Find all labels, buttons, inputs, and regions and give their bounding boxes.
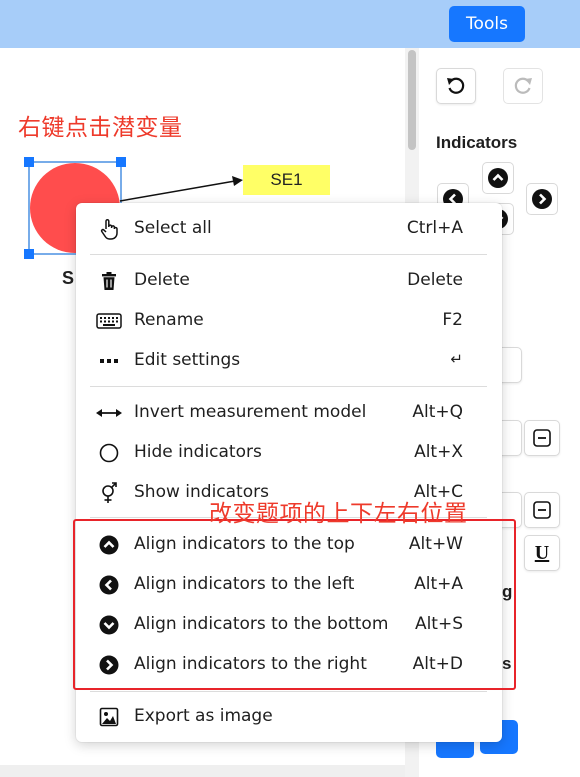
- minus-square-icon: [533, 429, 551, 447]
- align-top-button[interactable]: [482, 162, 514, 194]
- underline-button[interactable]: U: [524, 535, 560, 571]
- minus-square-icon: [533, 501, 551, 519]
- collapse-button[interactable]: [524, 420, 560, 456]
- undo-button[interactable]: [436, 68, 476, 104]
- horizontal-scrollbar[interactable]: [0, 765, 405, 777]
- menu-item-select-all[interactable]: Select all Ctrl+A: [76, 209, 502, 249]
- menu-item-export-image[interactable]: Export as image: [76, 697, 502, 737]
- menu-item-edit-settings[interactable]: Edit settings ↵: [76, 341, 502, 381]
- menu-item-label: Delete: [134, 270, 190, 290]
- menu-item-shortcut: F2: [442, 310, 463, 330]
- gender-symbol-icon: [98, 482, 120, 504]
- menu-item-invert-measurement[interactable]: Invert measurement model Alt+Q: [76, 393, 502, 433]
- underline-icon: U: [534, 541, 550, 564]
- resize-handle-tr[interactable]: [116, 157, 126, 167]
- menu-divider: [90, 691, 487, 692]
- double-arrow-icon: [96, 402, 122, 424]
- collapse-button-2[interactable]: [524, 492, 560, 528]
- menu-divider: [90, 386, 487, 387]
- circle-chevron-right-icon: [532, 189, 552, 209]
- menu-item-rename[interactable]: Rename F2: [76, 301, 502, 341]
- arrow-head: [232, 176, 243, 186]
- menu-item-label: Select all: [134, 218, 212, 238]
- menu-item-shortcut: Ctrl+A: [406, 218, 463, 238]
- menu-item-shortcut: ↵: [450, 350, 463, 368]
- menu-item-shortcut: Delete: [407, 270, 463, 290]
- menu-item-label: Invert measurement model: [134, 402, 367, 422]
- menu-divider: [90, 254, 487, 255]
- image-icon: [98, 706, 120, 728]
- resize-handle-bl[interactable]: [24, 249, 34, 259]
- menu-item-label: Hide indicators: [134, 442, 262, 462]
- menu-item-hide-indicators[interactable]: Hide indicators Alt+X: [76, 433, 502, 473]
- tools-button[interactable]: Tools: [449, 6, 525, 42]
- keyboard-icon: [96, 310, 122, 332]
- annotation-align-indicators: 改变题项的上下左右位置: [209, 501, 468, 527]
- menu-item-label: Rename: [134, 310, 204, 330]
- menu-item-shortcut: Alt+Q: [412, 402, 463, 422]
- menu-item-label: Export as image: [134, 706, 273, 726]
- redo-button[interactable]: [503, 68, 543, 104]
- undo-icon: [447, 77, 465, 94]
- trash-icon: [98, 270, 120, 292]
- hand-pointer-icon: [98, 218, 120, 240]
- indicators-title: Indicators: [436, 133, 518, 152]
- highlight-frame: [73, 519, 516, 690]
- resize-handle-tl[interactable]: [24, 157, 34, 167]
- align-right-button[interactable]: [526, 183, 558, 215]
- indicator-arrow: [119, 180, 236, 202]
- ellipsis-icon: [98, 350, 120, 372]
- menu-item-delete[interactable]: Delete Delete: [76, 261, 502, 301]
- redo-icon: [514, 77, 532, 94]
- menu-item-shortcut: Alt+X: [414, 442, 463, 462]
- menu-item-label: Edit settings: [134, 350, 241, 370]
- latent-node-label: S: [62, 268, 75, 288]
- indicator-box-se1[interactable]: SE1: [243, 165, 330, 195]
- circle-outline-icon: [98, 442, 120, 464]
- circle-chevron-up-icon: [488, 168, 508, 188]
